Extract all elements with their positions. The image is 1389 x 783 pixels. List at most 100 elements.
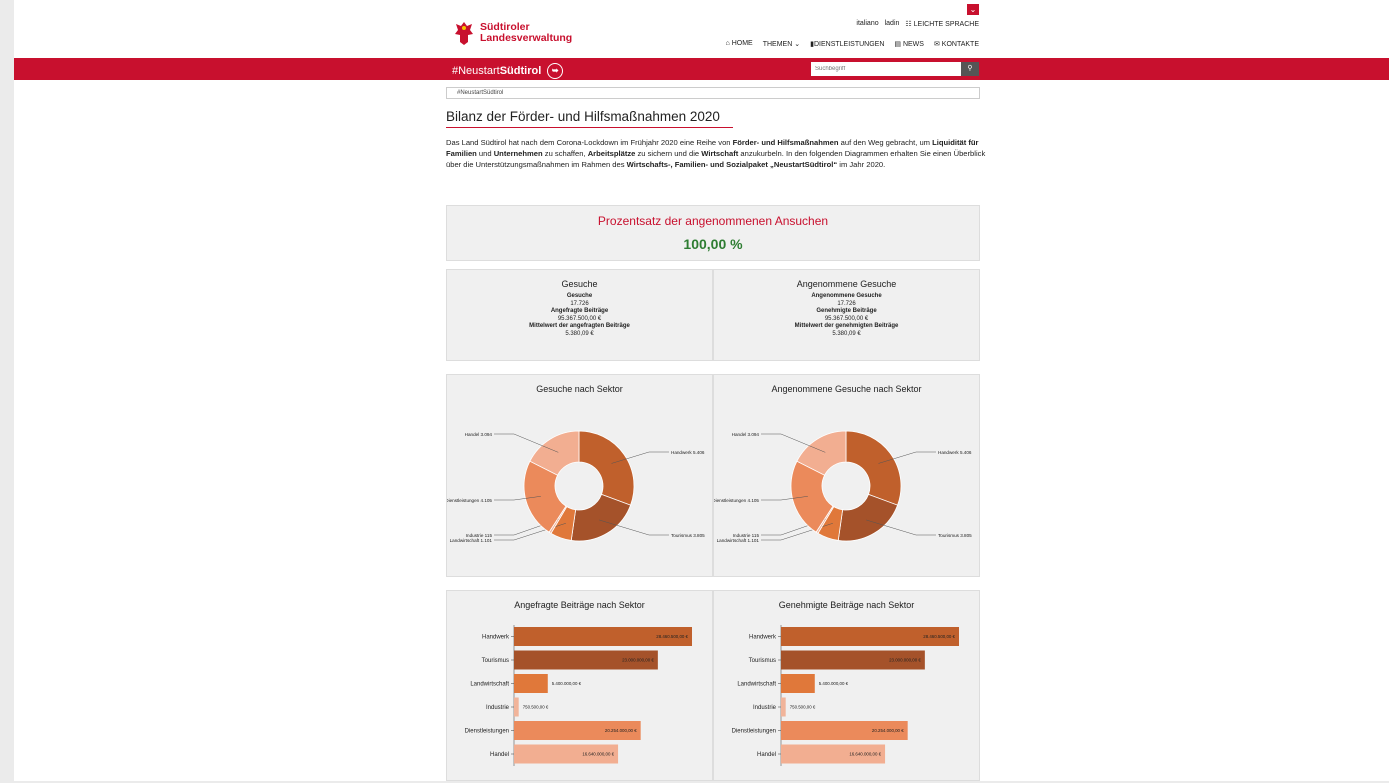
- stat-label: Angefragte Beiträge: [550, 308, 609, 314]
- intro-text: Das Land Südtirol hat nach dem Corona-Lo…: [446, 137, 986, 170]
- donut-chart-approved: Handwerk 5.406 Tourismus 3.805 Landwirtsch…: [714, 430, 972, 543]
- nav-kontakte[interactable]: ✉ KONTAKTE: [934, 40, 979, 48]
- bar-chart-requested: Handwerk 28.460.500,00 € Tourismus 23.000.0…: [465, 625, 692, 766]
- slice-label: Dienstleistungen 4.105: [447, 498, 492, 503]
- stat-label: Genehmigte Beiträge: [816, 308, 877, 314]
- eagle-icon: [455, 22, 473, 45]
- intro-bold: Wirtschafts-, Familien- und Sozialpaket …: [626, 160, 838, 169]
- search-input[interactable]: [811, 62, 961, 76]
- brand-bold: Südtirol: [499, 65, 542, 77]
- stat-label: Mittelwert der angefragten Beiträge: [529, 323, 630, 329]
- stat-value: 5.380,09 €: [565, 330, 594, 337]
- brand-icon: ➥: [547, 63, 564, 79]
- category-label: Dienstleistungen: [465, 729, 509, 735]
- nav-news[interactable]: ▤ NEWS: [894, 40, 924, 48]
- category-label: Handwerk: [749, 635, 777, 641]
- value-label: 5.400.000,00 €: [552, 681, 582, 686]
- breadcrumb[interactable]: #NeustartSüdtirol: [446, 87, 980, 99]
- nav-dienstleistungen-label: DIENSTLEISTUNGEN: [813, 41, 885, 48]
- easy-language-icon: ☷: [905, 21, 912, 28]
- value-label: 750.500,00 €: [523, 705, 549, 710]
- page: Südtiroler Landesverwaltung ⌄ italiano l…: [14, 0, 1389, 781]
- breadcrumb-item[interactable]: #NeustartSüdtirol: [457, 90, 503, 96]
- intro-part: im Jahr 2020.: [837, 160, 886, 169]
- slice-label: Tourismus 3.805: [671, 533, 705, 538]
- category-label: Handel: [757, 752, 776, 758]
- kpi-value: 100,00 %: [683, 236, 743, 252]
- category-label: Industrie: [486, 705, 510, 711]
- stat-value: 5.380,09 €: [832, 330, 861, 337]
- donut-slice-handwerk: [578, 430, 635, 506]
- kpi-title: Prozentsatz der angenommenen Ansuchen: [597, 214, 829, 228]
- category-label: Landwirtschaft: [470, 682, 509, 688]
- search-icon[interactable]: ⚲: [961, 62, 979, 76]
- value-label: 20.254.000,00 €: [872, 728, 904, 733]
- bar-panel-left: Angefragte Beiträge nach Sektor Handwerk…: [446, 590, 713, 781]
- chart-title: Gesuche nach Sektor: [536, 384, 623, 394]
- stats-body: Angenommene Gesuche 17.726 Genehmigte Be…: [714, 293, 979, 338]
- lang-italiano[interactable]: italiano: [856, 20, 878, 28]
- slice-label: Dienstleistungen 4.105: [714, 498, 759, 503]
- logo-text: Südtiroler Landesverwaltung: [480, 22, 572, 44]
- brand-hashtag[interactable]: #NeustartSüdtirol ➥: [452, 63, 564, 79]
- stat-label: Gesuche: [566, 293, 593, 299]
- category-label: Landwirtschaft: [737, 682, 776, 688]
- lang-ladin[interactable]: ladin: [885, 20, 900, 28]
- intro-part: zu sichern und die: [635, 149, 702, 158]
- site-logo[interactable]: Südtiroler Landesverwaltung: [454, 20, 572, 46]
- donut-slice-handwerk: [845, 430, 902, 506]
- stat-label: Mittelwert der genehmigten Beiträge: [794, 323, 899, 329]
- language-switcher: italiano ladin ☷ LEICHTE SPRACHE: [856, 20, 979, 28]
- stats-title: Angenommene Gesuche: [796, 279, 897, 289]
- intro-bold: Arbeitsplätze: [587, 149, 636, 158]
- stats-panel-left: Gesuche Gesuche 17.726 Angefragte Beiträ…: [446, 269, 713, 361]
- slice-label: Tourismus 3.805: [938, 533, 972, 538]
- kpi-panel: Prozentsatz der angenommenen Ansuchen 10…: [446, 205, 980, 261]
- home-icon: ⌂: [725, 40, 730, 47]
- bar-landwirtschaft: [514, 674, 548, 693]
- nav-themen-label: THEMEN: [762, 41, 793, 48]
- main-nav: ⌂ HOME THEMEN ⌄ ▮DIENSTLEISTUNGEN ▤ NEWS…: [726, 40, 979, 48]
- chevron-down-icon: ⌄: [794, 41, 801, 48]
- chart-title: Genehmigte Beiträge nach Sektor: [778, 600, 915, 610]
- value-label: 23.000.000,00 €: [622, 658, 654, 663]
- value-label: 23.000.000,00 €: [889, 658, 921, 663]
- value-label: 20.254.000,00 €: [605, 728, 637, 733]
- newspaper-icon: ▤: [894, 41, 901, 48]
- stat-label: Angenommene Gesuche: [811, 293, 882, 299]
- value-label: 750.500,00 €: [790, 705, 816, 710]
- stat-value: 17.726: [570, 300, 589, 307]
- intro-part: zu schaffen,: [542, 149, 588, 158]
- nav-news-label: NEWS: [902, 41, 924, 48]
- category-label: Handwerk: [482, 635, 510, 641]
- category-label: Industrie: [753, 705, 777, 711]
- slice-label: Landwirtschaft 1.101: [717, 538, 760, 543]
- value-label: 28.460.500,00 €: [656, 634, 688, 639]
- nav-dienstleistungen[interactable]: ▮DIENSTLEISTUNGEN: [810, 40, 884, 48]
- value-label: 28.460.500,00 €: [923, 634, 955, 639]
- nav-home[interactable]: ⌂ HOME: [726, 40, 753, 48]
- donut-panel-left: Gesuche nach Sektor Handwerk 5.406 Touris…: [446, 374, 713, 577]
- intro-part: und: [476, 149, 494, 158]
- nav-kontakte-label: KONTAKTE: [941, 41, 979, 48]
- chevron-down-icon[interactable]: ⌄: [967, 4, 979, 15]
- lang-easy-label: LEICHTE SPRACHE: [913, 21, 979, 28]
- value-label: 16.640.000,00 €: [582, 752, 614, 757]
- red-banner: [14, 58, 1389, 80]
- envelope-icon: ✉: [933, 41, 940, 48]
- title-underline: [446, 127, 733, 128]
- intro-part: Das Land Südtirol hat nach dem Corona-Lo…: [446, 138, 733, 147]
- slice-label: Handel 3.094: [465, 432, 493, 437]
- slice-label: Handwerk 5.406: [671, 450, 705, 455]
- stat-value: 17.726: [837, 300, 856, 307]
- stat-value: 95.367.500,00 €: [557, 315, 602, 322]
- stats-body: Gesuche 17.726 Angefragte Beiträge 95.36…: [447, 293, 712, 338]
- intro-bold: Unternehmen: [493, 149, 543, 158]
- nav-themen[interactable]: THEMEN ⌄: [763, 40, 800, 48]
- slice-label: Industrie 115: [466, 533, 493, 538]
- value-label: 5.400.000,00 €: [819, 681, 849, 686]
- category-label: Tourismus: [749, 658, 776, 664]
- brand-text: #NeustartSüdtirol: [452, 65, 541, 77]
- lang-easy[interactable]: ☷ LEICHTE SPRACHE: [905, 20, 979, 28]
- page-title: Bilanz der Förder- und Hilfsmaßnahmen 20…: [446, 109, 720, 124]
